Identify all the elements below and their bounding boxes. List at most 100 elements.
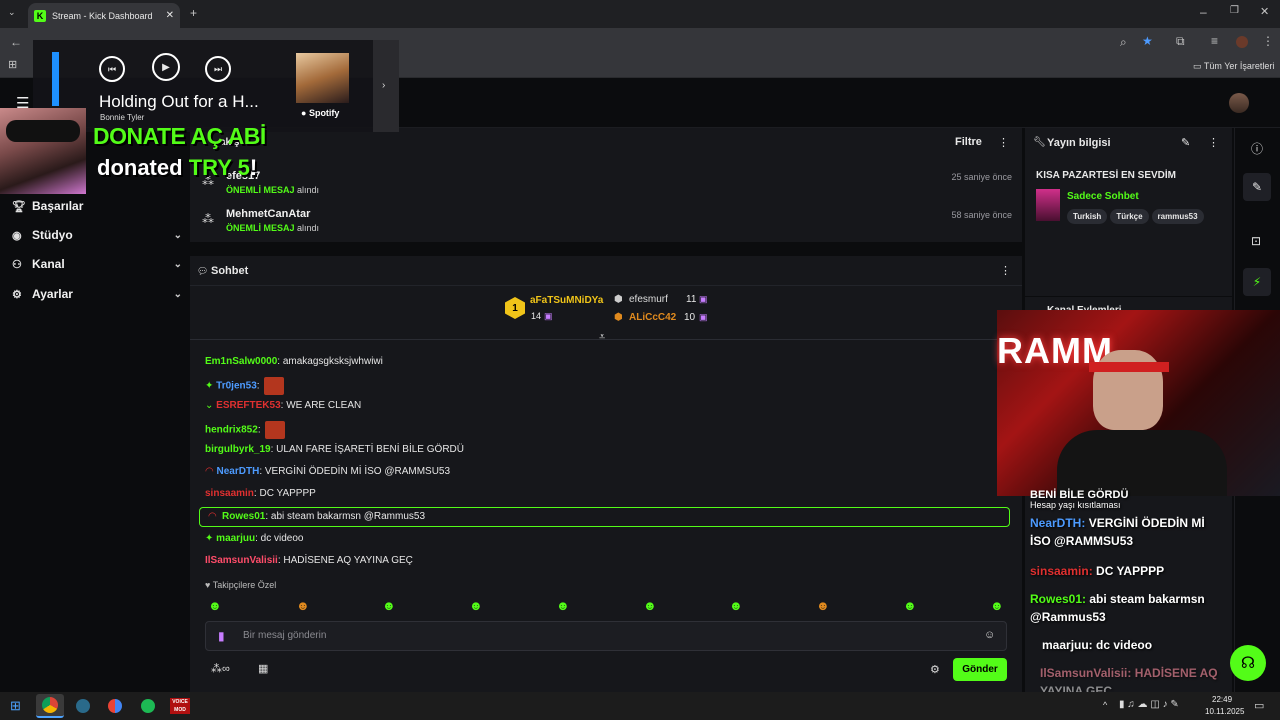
chat-text: HADİSENE AQ YAYINA GEÇ — [283, 555, 413, 566]
song-title: Holding Out for a H... — [99, 92, 259, 111]
chat-username[interactable]: IlSamsunValisii — [205, 555, 278, 566]
chat-username[interactable]: NearDTH — [217, 466, 260, 477]
tab-search-icon[interactable]: ⌄ — [8, 8, 16, 17]
minimize-icon[interactable]: – — [1200, 6, 1207, 18]
media-controls-icon[interactable]: ≡ — [1211, 35, 1218, 47]
restore-icon[interactable]: ❐ — [1230, 6, 1239, 16]
window-close-icon[interactable]: ✕ — [1260, 7, 1269, 18]
chat-message: ✦ maarjuu: dc videoo — [205, 533, 304, 544]
spotify-logo: ● Spotify — [301, 108, 340, 118]
all-bookmarks-link[interactable]: ▭ Tüm Yer İşaretleri — [1193, 61, 1274, 72]
followers-only-label: Takipçilere Özel — [212, 580, 277, 590]
sidebar-item-settings[interactable]: ⚙ Ayarlar ⌄ — [12, 282, 182, 306]
tab-title: Stream - Kick Dashboard — [52, 10, 153, 21]
overlay-username: NearDTH: — [1030, 516, 1086, 530]
chat-username[interactable]: ESREFTEK53 — [216, 400, 280, 411]
stream-info-title: Yayın bilgisi — [1047, 137, 1111, 149]
tray-icons[interactable]: ▮ ♫ ☁ ◫ ♪ ✎ — [1119, 699, 1179, 710]
emote-button[interactable]: ☻ — [643, 598, 657, 613]
sidebar-item-channel[interactable]: ⚇ Kanal ⌄ — [12, 252, 182, 276]
widget-expand[interactable] — [373, 40, 399, 132]
emote-button[interactable]: ☻ — [729, 598, 743, 613]
microphone-icon[interactable]: ▮ — [218, 629, 225, 643]
studio-icon: ◉ — [12, 229, 22, 242]
chat-mode-icon[interactable]: ⁂∞ — [211, 662, 230, 675]
zoom-icon[interactable]: ⌕ — [1120, 36, 1127, 48]
info-icon[interactable]: ⓘ — [1251, 140, 1263, 157]
chat-username[interactable]: maarjuu — [216, 533, 255, 544]
chat-input[interactable]: ▮ Bir mesaj gönderin ☺ — [205, 621, 1007, 651]
emote-button[interactable]: ☻ — [208, 598, 222, 613]
chrome-menu-icon[interactable]: ⋮ — [1262, 35, 1274, 47]
voicemod-icon[interactable]: VOICE MOD — [170, 698, 190, 714]
highlighted-chat-message: ◠ Rowes01: abi steam bakarmsn @Rammus53 — [199, 507, 1010, 527]
store-icon[interactable]: ▦ — [258, 662, 268, 675]
tag-chip[interactable]: rammus53 — [1151, 209, 1204, 224]
play-icon[interactable]: ▶ — [152, 53, 180, 81]
extensions-icon[interactable]: ⧉ — [1176, 35, 1185, 47]
badge-icon: ◠ — [205, 466, 214, 477]
chevron-down-icon: ⌄ — [173, 229, 182, 241]
apps-grid-icon[interactable]: ⊞ — [8, 60, 17, 71]
spotify-icon[interactable] — [141, 699, 155, 713]
chat-message: ✦ Tr0jen53: — [205, 377, 285, 395]
clock-date[interactable]: 10.11.2025 — [1205, 707, 1244, 716]
tray-chevron-icon[interactable]: ^ — [1103, 700, 1107, 710]
send-button[interactable]: Gönder — [953, 658, 1007, 681]
chevron-down-icon: ⌄ — [173, 258, 182, 270]
chat-text: ULAN FARE İŞARETİ BENİ BİLE GÖRDÜ — [276, 444, 464, 455]
chat-text: VERGİNİ ÖDEDİN Mİ İSO @RAMMSU53 — [264, 466, 451, 477]
spotify-label: Spotify — [308, 108, 340, 118]
stream-info-more-icon[interactable]: ⋮ — [1208, 136, 1219, 149]
taskbar-chrome[interactable] — [36, 694, 64, 718]
edit-panel-icon[interactable]: ✎ — [1243, 173, 1271, 201]
emote-button[interactable]: ☻ — [556, 598, 570, 613]
emoji-picker-icon[interactable]: ☺ — [984, 629, 995, 641]
emote-button[interactable]: ☻ — [296, 598, 310, 613]
sidebar-item-achievements[interactable]: 🏆︎ Başarılar — [12, 194, 182, 218]
donation-exclaim: ! — [249, 155, 258, 180]
emote-button[interactable]: ☻ — [816, 598, 830, 613]
edit-icon[interactable]: ✎ — [1181, 136, 1190, 149]
chat-username[interactable]: birgulbyrk_19 — [205, 444, 271, 455]
chat-username[interactable]: Rowes01 — [222, 511, 265, 522]
tag-chip[interactable]: Türkçe — [1110, 209, 1149, 224]
sidebar-item-label: Stüdyo — [32, 228, 73, 242]
emote-button[interactable]: ☻ — [469, 598, 483, 613]
user-avatar[interactable] — [1229, 93, 1249, 113]
tab-close-icon[interactable]: ✕ — [166, 10, 174, 21]
chat-username[interactable]: Em1nSalw0000 — [205, 356, 277, 367]
category-link[interactable]: Sadece Sohbet — [1067, 191, 1139, 202]
chat-settings-icon[interactable]: ⚙ — [930, 663, 940, 676]
taskbar-app-icon[interactable] — [76, 699, 90, 713]
chat-username[interactable]: sinsaamin — [205, 488, 254, 499]
taskbar-browser-icon[interactable] — [108, 699, 122, 713]
sidebar-item-studio[interactable]: ◉ Stüdyo ⌄ — [12, 223, 182, 247]
chat-username[interactable]: hendrix852 — [205, 425, 258, 436]
tag-chip[interactable]: Turkish — [1067, 209, 1108, 224]
emote-button[interactable]: ☻ — [903, 598, 917, 613]
headband — [1089, 362, 1169, 372]
scan-icon[interactable]: ⊡ — [1251, 234, 1261, 248]
clock-time[interactable]: 22:49 — [1212, 695, 1232, 704]
windows-start-icon[interactable]: ⊞ — [10, 698, 21, 714]
notifications-icon[interactable]: ▭ — [1254, 699, 1264, 712]
chat-username[interactable]: Tr0jen53 — [216, 381, 257, 392]
emote-button[interactable]: ☻ — [382, 598, 396, 613]
category-thumbnail[interactable] — [1036, 189, 1060, 221]
kick-favicon-icon: K — [34, 9, 46, 22]
overlay-text: @Rammus53 — [1030, 610, 1106, 624]
previous-track-icon[interactable]: ⏮︎ — [99, 56, 125, 82]
chat-message: ⌄ ESREFTEK53: WE ARE CLEAN — [205, 400, 362, 411]
profile-avatar[interactable] — [1236, 36, 1248, 48]
badge-icon: ✦ — [205, 380, 214, 392]
bookmark-star-icon[interactable]: ★ — [1142, 35, 1153, 47]
lightning-icon[interactable]: ⚡︎ — [1243, 268, 1271, 296]
album-art — [296, 53, 349, 103]
next-track-icon[interactable]: ⏭︎ — [205, 56, 231, 82]
emote-button[interactable]: ☻ — [990, 598, 1004, 613]
secondary-webcam — [0, 108, 86, 194]
back-icon[interactable]: ← — [10, 36, 22, 48]
folder-icon: ▭ — [1193, 61, 1202, 71]
tab-kick-dashboard[interactable]: K Stream - Kick Dashboard ✕ — [28, 3, 180, 28]
